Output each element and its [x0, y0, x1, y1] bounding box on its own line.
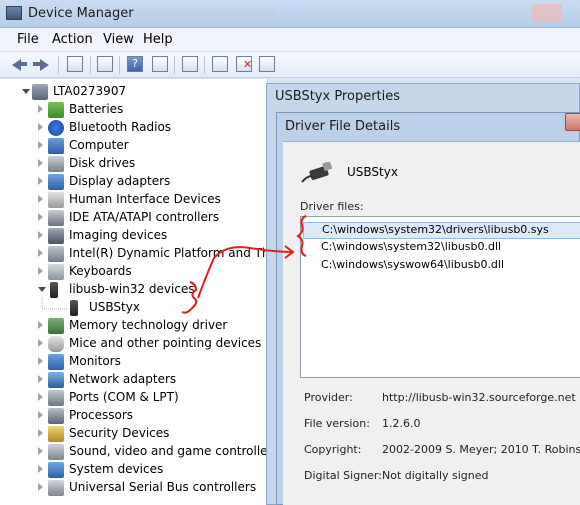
forward-icon[interactable]: [32, 55, 50, 73]
dialog-body: USBStyx Driver files: C:\windows\system3…: [283, 141, 580, 505]
device-manager-window: Device Manager File Action View Help ? ✕: [0, 0, 580, 505]
driver-file-item-selected[interactable]: C:\windows\system32\drivers\libusb0.sys: [303, 222, 580, 239]
window-title: Device Manager: [28, 6, 134, 21]
title-bar: Device Manager: [0, 0, 580, 28]
provider-label: Provider:: [304, 391, 353, 404]
dialog-title: Driver File Details: [285, 119, 401, 134]
menu-view[interactable]: View: [103, 32, 134, 47]
digital-signer-label: Digital Signer:: [304, 469, 382, 482]
show-hide-icon[interactable]: [152, 56, 168, 72]
driver-files-label: Driver files:: [300, 200, 364, 213]
close-button[interactable]: [565, 113, 580, 131]
properties-title: USBStyx Properties: [275, 89, 401, 104]
back-icon[interactable]: [10, 55, 28, 73]
menu-bar: File Action View Help: [0, 28, 580, 52]
tree-guides: [41, 297, 68, 310]
usb-plug-icon: [301, 162, 333, 183]
background-blur: [135, 9, 275, 17]
driver-files-list[interactable]: C:\windows\system32\drivers\libusb0.sys …: [300, 216, 580, 378]
device-manager-icon: [6, 6, 22, 20]
file-version-value: 1.2.6.0: [382, 417, 421, 430]
device-name: USBStyx: [347, 165, 398, 179]
toolbar-separator: [90, 56, 91, 74]
menu-help[interactable]: Help: [143, 32, 173, 47]
digital-signer-value: Not digitally signed: [382, 469, 489, 482]
driver-file-item[interactable]: C:\windows\system32\libusb0.dll: [301, 240, 501, 257]
update-driver-icon[interactable]: [212, 56, 228, 72]
disable-icon[interactable]: [259, 56, 275, 72]
menu-file[interactable]: File: [17, 32, 39, 47]
driver-file-item[interactable]: C:\windows\syswow64\libusb0.dll: [301, 258, 504, 275]
copyright-value: 2002-2009 S. Meyer; 2010 T. Robinson: [382, 443, 580, 456]
toolbar: ? ✕: [0, 52, 580, 78]
toolbar-separator: [119, 56, 120, 74]
provider-value: http://libusb-win32.sourceforge.net: [382, 391, 576, 404]
device-tree: LTA0273907 Batteries Bluetooth Radios Co…: [0, 79, 293, 505]
properties-sheet-icon[interactable]: [97, 56, 113, 72]
toolbar-separator: [174, 56, 175, 74]
help-icon[interactable]: ?: [127, 56, 143, 72]
file-version-label: File version:: [304, 417, 370, 430]
scan-hardware-icon[interactable]: [182, 56, 198, 72]
close-button[interactable]: [532, 4, 562, 22]
driver-file-details-dialog: Driver File Details USBStyx Driver files…: [276, 112, 580, 505]
toolbar-separator: [58, 56, 59, 74]
menu-action[interactable]: Action: [52, 32, 93, 47]
console-tree-icon[interactable]: [67, 56, 83, 72]
toolbar-separator: [204, 56, 205, 74]
copyright-label: Copyright:: [304, 443, 362, 456]
uninstall-icon[interactable]: ✕: [236, 56, 252, 72]
